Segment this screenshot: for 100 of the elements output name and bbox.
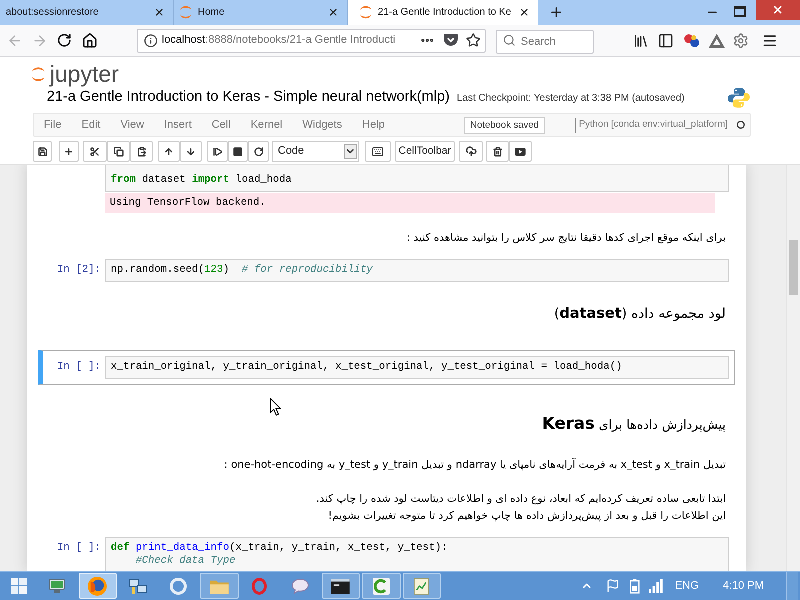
document-chart-icon: [414, 578, 430, 594]
search-icon: [503, 34, 516, 47]
close-icon: [772, 4, 784, 16]
paragraph-text: ابتدا تابعی ساده تعریف کرده‌ایم که ابعاد، نوع داده ای و اطلاعات دیتاست لود شده را چاپ کند.: [316, 492, 726, 507]
upload-button[interactable]: [459, 141, 483, 162]
logo-text[interactable]: jupyter: [50, 61, 120, 87]
video-button[interactable]: [509, 141, 532, 162]
code-cell[interactable]: from dataset import load_hoda Using TensorFlow backend.: [38, 165, 735, 219]
info-icon[interactable]: [144, 34, 158, 48]
logo-icon: [728, 88, 750, 108]
save-icon: [38, 146, 48, 156]
cell-type-select[interactable]: Code: [272, 141, 359, 162]
paste-icon: [136, 146, 146, 156]
scrollbar-thumb[interactable]: [789, 240, 798, 295]
triangle-icon[interactable]: [709, 34, 725, 48]
stop-button[interactable]: [228, 141, 248, 162]
stop-icon: [233, 146, 243, 156]
gear-icon[interactable]: [733, 32, 749, 48]
cloud-upload-icon: [466, 146, 476, 157]
restart-button[interactable]: [248, 141, 269, 162]
notification-label: Notebook saved: [464, 116, 546, 134]
library-icon[interactable]: [633, 32, 649, 48]
menu-item[interactable]: File: [34, 114, 72, 136]
restart-icon: [254, 146, 264, 156]
command-palette-button[interactable]: [365, 141, 391, 162]
input-prompt: In [ ]:: [57, 542, 101, 554]
insert-cell-button[interactable]: [59, 141, 79, 162]
scissors-icon: [90, 146, 100, 156]
folder-icon: [210, 578, 229, 594]
close-icon[interactable]: [328, 7, 339, 18]
new-tab-icon[interactable]: [548, 5, 564, 20]
menu-item[interactable]: Kernel: [240, 114, 293, 136]
sidebar-icon[interactable]: [658, 32, 674, 48]
code-cell[interactable]: In [2]: np.random.seed(123) # for reproducibility: [38, 252, 735, 288]
code-line: from dataset import load_hoda: [111, 174, 292, 186]
search-field[interactable]: Search: [496, 30, 594, 54]
menu-item[interactable]: Edit: [72, 114, 111, 136]
code-editor[interactable]: x_train_original, y_train_original, x_test_original, y_test_original = load_hoda(): [105, 356, 729, 378]
input-prompt: In [2]:: [57, 264, 101, 276]
cell-toolbar-button[interactable]: CellToolbar: [395, 141, 455, 162]
save-button[interactable]: [33, 141, 52, 162]
keyboard-icon: [372, 146, 384, 158]
code-editor[interactable]: from dataset import load_hoda: [105, 165, 729, 192]
kernel-name: Python [conda env:virtual_platform]: [579, 118, 728, 132]
menu-item[interactable]: Cell: [202, 114, 241, 136]
notebook-title[interactable]: 21-a Gentle Introduction to Keras - Simple neural network(mlp): [47, 87, 450, 109]
move-up-button[interactable]: [158, 141, 180, 162]
logo-icon: [32, 64, 45, 84]
copy-icon: [114, 146, 124, 156]
menu-item[interactable]: View: [110, 114, 154, 136]
start-icon[interactable]: [10, 578, 26, 594]
paragraph-text: این اطلاعات را قبل و بعد از پیش‌پردازش داده ها چاپ خواهیم کرد تا متوجه تغییرات بشویم!: [328, 508, 726, 524]
paragraph-text: برای اینکه موقع اجرای کدها دقیقا نتایج سر کلاس را بتوانید مشاهده کنید :: [406, 230, 726, 246]
step-forward-icon: [212, 146, 222, 156]
monitor-icon: [49, 579, 66, 593]
paragraph-text: تبدیل x_train و x_test به فرمت آرایه‌های نامپای یا ndarray و تبدیل y_train و y_test به one-hot-encoding :: [224, 457, 726, 473]
plus-icon: [64, 146, 74, 156]
arrow-up-icon: [164, 146, 174, 156]
code-line: #Check data Type: [136, 554, 236, 568]
arrow-down-icon: [186, 146, 196, 156]
bookmark-star-icon[interactable]: [466, 33, 481, 48]
code-editor[interactable]: def print_data_info(x_train, y_train, x_test, y_test): #Check data Type: [105, 536, 729, 571]
move-down-button[interactable]: [180, 141, 202, 162]
delete-button[interactable]: [486, 141, 509, 162]
checkpoint-text: Last Checkpoint: Yesterday at 3:38 PM (autosaved): [456, 92, 685, 106]
ring-icon: [252, 578, 268, 594]
paste-button[interactable]: [130, 141, 153, 162]
run-button[interactable]: [207, 141, 228, 162]
reload-icon[interactable]: [57, 33, 72, 48]
browser-tab[interactable]: 21-a Gentle Introduction to Ke: [348, 0, 538, 25]
code-editor[interactable]: np.random.seed(123) # for reproducibility: [105, 258, 729, 282]
code-line: def print_data_info(x_train, y_train, x_test, y_test):: [111, 542, 448, 554]
menu-item[interactable]: Insert: [154, 114, 202, 136]
arc-tile-icon: [372, 578, 390, 594]
copy-button[interactable]: [107, 141, 130, 162]
code-cell[interactable]: In [ ]: def print_data_info(x_train, y_train, x_test, y_test): #Check data Type: [38, 530, 735, 571]
taskbar-button[interactable]: [322, 573, 360, 599]
signal-icon[interactable]: [649, 579, 664, 593]
window-close-button[interactable]: [756, 0, 800, 20]
maximize-icon[interactable]: [734, 6, 746, 17]
output-text: Using TensorFlow backend.: [105, 193, 715, 213]
code-line: x_train_original, y_train_original, x_test_original, y_test_original = load_hoda(): [111, 360, 622, 374]
mouse-pointer-icon: [270, 398, 281, 416]
trash-icon: [492, 146, 502, 156]
circles-icon[interactable]: [684, 34, 700, 48]
globe-icon: [88, 576, 108, 596]
battery-icon[interactable]: [630, 578, 640, 594]
url-field[interactable]: localhost:8888/notebooks/21-a Gentle Introducti: [137, 28, 486, 52]
menu-item[interactable]: Help: [352, 114, 395, 136]
close-icon[interactable]: [154, 7, 165, 18]
play-icon: [515, 148, 526, 156]
flag-icon[interactable]: [606, 579, 620, 593]
code-line: np.random.seed(123) # for reproducibility: [111, 264, 373, 276]
menu-item[interactable]: Widgets: [292, 114, 352, 136]
code-cell[interactable]: In [ ]: x_train_original, y_train_original, x_test_original, y_test_original = load_hoda(): [38, 350, 735, 384]
cut-button[interactable]: [83, 141, 107, 162]
shield-icon[interactable]: [444, 34, 458, 47]
home-icon[interactable]: [82, 32, 98, 48]
close-icon[interactable]: [519, 7, 530, 18]
menu-icon[interactable]: [762, 32, 778, 48]
